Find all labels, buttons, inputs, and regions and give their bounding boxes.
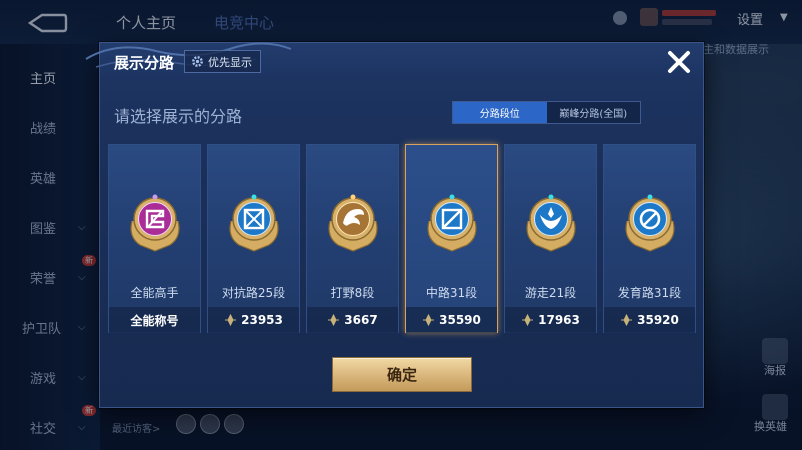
- dialog-subtitle: 请选择展示的分路: [114, 107, 243, 126]
- confirm-button[interactable]: 确定: [332, 357, 472, 392]
- lane-card-clash-lane[interactable]: 对抗路25段 23953: [207, 144, 300, 333]
- priority-display-button[interactable]: 优先显示: [184, 50, 261, 73]
- lane-card-footer: 17963: [505, 307, 596, 333]
- allround-emblem-icon: [130, 194, 180, 252]
- lane-display-dialog: 展示分路 优先显示 请选择展示的分路 分路段位 巅峰分路(全国) 全能高手 全能…: [85, 42, 704, 408]
- lane-card-score: 17963: [538, 313, 580, 327]
- rank-points-icon: [225, 314, 237, 326]
- lane-card-score: 35920: [637, 313, 679, 327]
- lane-mode-toggle: 分路段位 巅峰分路(全国): [452, 101, 641, 124]
- lane-card-footer: 全能称号: [109, 307, 200, 333]
- lane-card-footer: 35590: [406, 307, 497, 333]
- lane-card-list: 全能高手 全能称号 对抗路25段 23953 打野8段 3667 中路31段 3…: [108, 144, 698, 334]
- priority-display-label: 优先显示: [208, 55, 252, 69]
- tab-peak-lane-national[interactable]: 巅峰分路(全国): [547, 102, 641, 123]
- rank-points-icon: [423, 314, 435, 326]
- roam-emblem-icon: [526, 194, 576, 252]
- rank-points-icon: [621, 314, 633, 326]
- gear-icon: [192, 56, 203, 67]
- lane-card-title: 打野8段: [330, 286, 375, 300]
- lane-card-title: 对抗路25段: [221, 286, 286, 300]
- dialog-title: 展示分路: [114, 54, 175, 72]
- lane-card-title: 中路31段: [425, 286, 478, 300]
- rank-points-icon: [522, 314, 534, 326]
- lane-card-footer: 23953: [208, 307, 299, 333]
- lane-card-jungle[interactable]: 打野8段 3667: [306, 144, 399, 333]
- lane-card-footer: 3667: [307, 307, 398, 333]
- lane-card-score: 35590: [439, 313, 481, 327]
- lane-card-score: 23953: [241, 313, 283, 327]
- jungle-emblem-icon: [328, 194, 378, 252]
- close-icon[interactable]: [666, 49, 692, 75]
- tab-lane-rank[interactable]: 分路段位: [453, 102, 547, 123]
- lane-card-allround[interactable]: 全能高手 全能称号: [108, 144, 201, 333]
- rank-points-icon: [328, 314, 340, 326]
- lane-card-roam[interactable]: 游走21段 17963: [504, 144, 597, 333]
- lane-card-title: 游走21段: [524, 286, 577, 300]
- lane-card-title: 全能高手: [130, 286, 179, 300]
- farm-lane-emblem-icon: [625, 194, 675, 252]
- lane-card-score: 3667: [344, 313, 378, 327]
- lane-card-farm-lane[interactable]: 发育路31段 35920: [603, 144, 696, 333]
- mid-lane-emblem-icon: [427, 194, 477, 252]
- lane-card-footer: 35920: [604, 307, 695, 333]
- clash-lane-emblem-icon: [229, 194, 279, 252]
- lane-card-mid-lane[interactable]: 中路31段 35590: [405, 144, 498, 333]
- lane-card-footer-text: 全能称号: [130, 313, 179, 328]
- lane-card-title: 发育路31段: [617, 286, 682, 300]
- dialog-header: 展示分路 优先显示: [85, 42, 703, 79]
